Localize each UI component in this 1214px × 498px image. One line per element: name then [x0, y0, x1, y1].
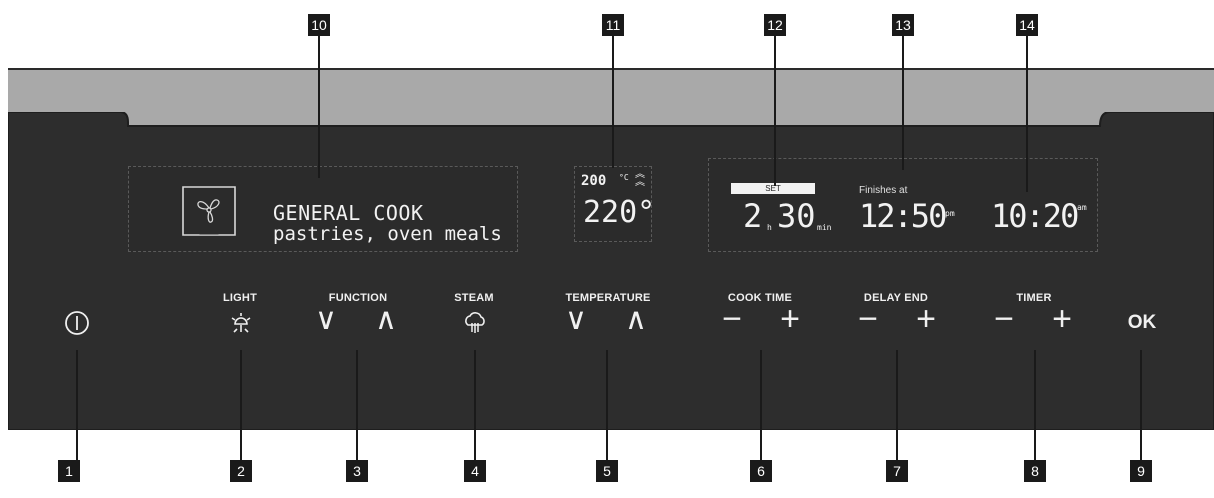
light-label: LIGHT — [223, 292, 257, 304]
set-temperature: 220° — [583, 195, 656, 230]
finishes-at-label: Finishes at — [859, 185, 908, 196]
callout-12: 12 — [764, 14, 786, 36]
timer-plus-button[interactable]: + — [1046, 300, 1078, 339]
leader-line-5 — [606, 350, 608, 460]
leader-line-3 — [356, 350, 358, 460]
callout-6: 6 — [750, 460, 772, 482]
leader-line-9 — [1140, 350, 1142, 460]
leader-line-13 — [902, 36, 904, 170]
temperature-display: 200 °C ︽ ︽ 220° — [574, 166, 656, 242]
light-button[interactable] — [228, 310, 254, 336]
callout-14: 14 — [1016, 14, 1038, 36]
callout-11: 11 — [602, 14, 624, 36]
double-chevron-up-icon: ︽ ︽ — [635, 169, 645, 188]
leader-line-10 — [318, 36, 320, 178]
power-icon — [65, 311, 89, 335]
leader-line-11 — [612, 36, 614, 168]
leader-line-12 — [774, 36, 776, 186]
current-temperature: 200 — [581, 173, 607, 189]
leader-line-14 — [1026, 36, 1028, 192]
cook-time-plus-button[interactable]: + — [774, 300, 806, 339]
callout-3: 3 — [346, 460, 368, 482]
callout-8: 8 — [1024, 460, 1046, 482]
callout-5: 5 — [596, 460, 618, 482]
steam-button[interactable] — [462, 309, 488, 337]
cook-hours: 2 — [743, 197, 763, 235]
leader-line-6 — [760, 350, 762, 460]
callout-10: 10 — [308, 14, 330, 36]
finish-period: pm — [945, 209, 955, 218]
mode-title: GENERAL COOK — [273, 201, 424, 225]
mode-display: GENERAL COOK pastries, oven meals — [128, 166, 518, 252]
function-down-button[interactable]: ∨ — [310, 302, 342, 337]
leader-line-8 — [1034, 350, 1036, 460]
fan-icon — [181, 185, 237, 237]
ok-button[interactable]: OK — [1120, 312, 1164, 334]
timer-minus-button[interactable]: − — [988, 300, 1020, 339]
temperature-up-button[interactable]: ∧ — [620, 302, 652, 337]
temperature-down-button[interactable]: ∨ — [560, 302, 592, 337]
cook-minutes: 30 — [777, 197, 816, 235]
cook-minutes-unit: min — [817, 223, 832, 232]
cook-hours-unit: h — [767, 223, 772, 232]
current-temperature-unit: °C — [619, 173, 629, 182]
light-bulb-icon — [231, 313, 251, 333]
mode-subtitle: pastries, oven meals — [273, 223, 502, 245]
steam-cloud-icon — [465, 312, 485, 333]
delay-end-plus-button[interactable]: + — [910, 300, 942, 339]
function-up-button[interactable]: ∧ — [370, 302, 402, 337]
callout-1: 1 — [58, 460, 80, 482]
set-badge: SET — [731, 183, 815, 194]
delay-end-minus-button[interactable]: − — [852, 300, 884, 339]
finish-time: 12:50 — [859, 197, 947, 235]
leader-line-7 — [896, 350, 898, 460]
callout-9: 9 — [1130, 460, 1152, 482]
time-display: SET 2 h 30 min Finishes at 12:50 pm 10:2… — [708, 158, 1098, 252]
leader-line-4 — [474, 350, 476, 460]
clock-period: am — [1077, 203, 1087, 212]
leader-line-2 — [240, 350, 242, 460]
callout-13: 13 — [892, 14, 914, 36]
callout-7: 7 — [886, 460, 908, 482]
leader-line-1 — [76, 350, 78, 460]
clock-time: 10:20 — [991, 197, 1079, 235]
cook-time-minus-button[interactable]: − — [716, 300, 748, 339]
callout-4: 4 — [464, 460, 486, 482]
steam-label: STEAM — [454, 292, 494, 304]
callout-2: 2 — [230, 460, 252, 482]
power-button[interactable] — [64, 310, 90, 336]
